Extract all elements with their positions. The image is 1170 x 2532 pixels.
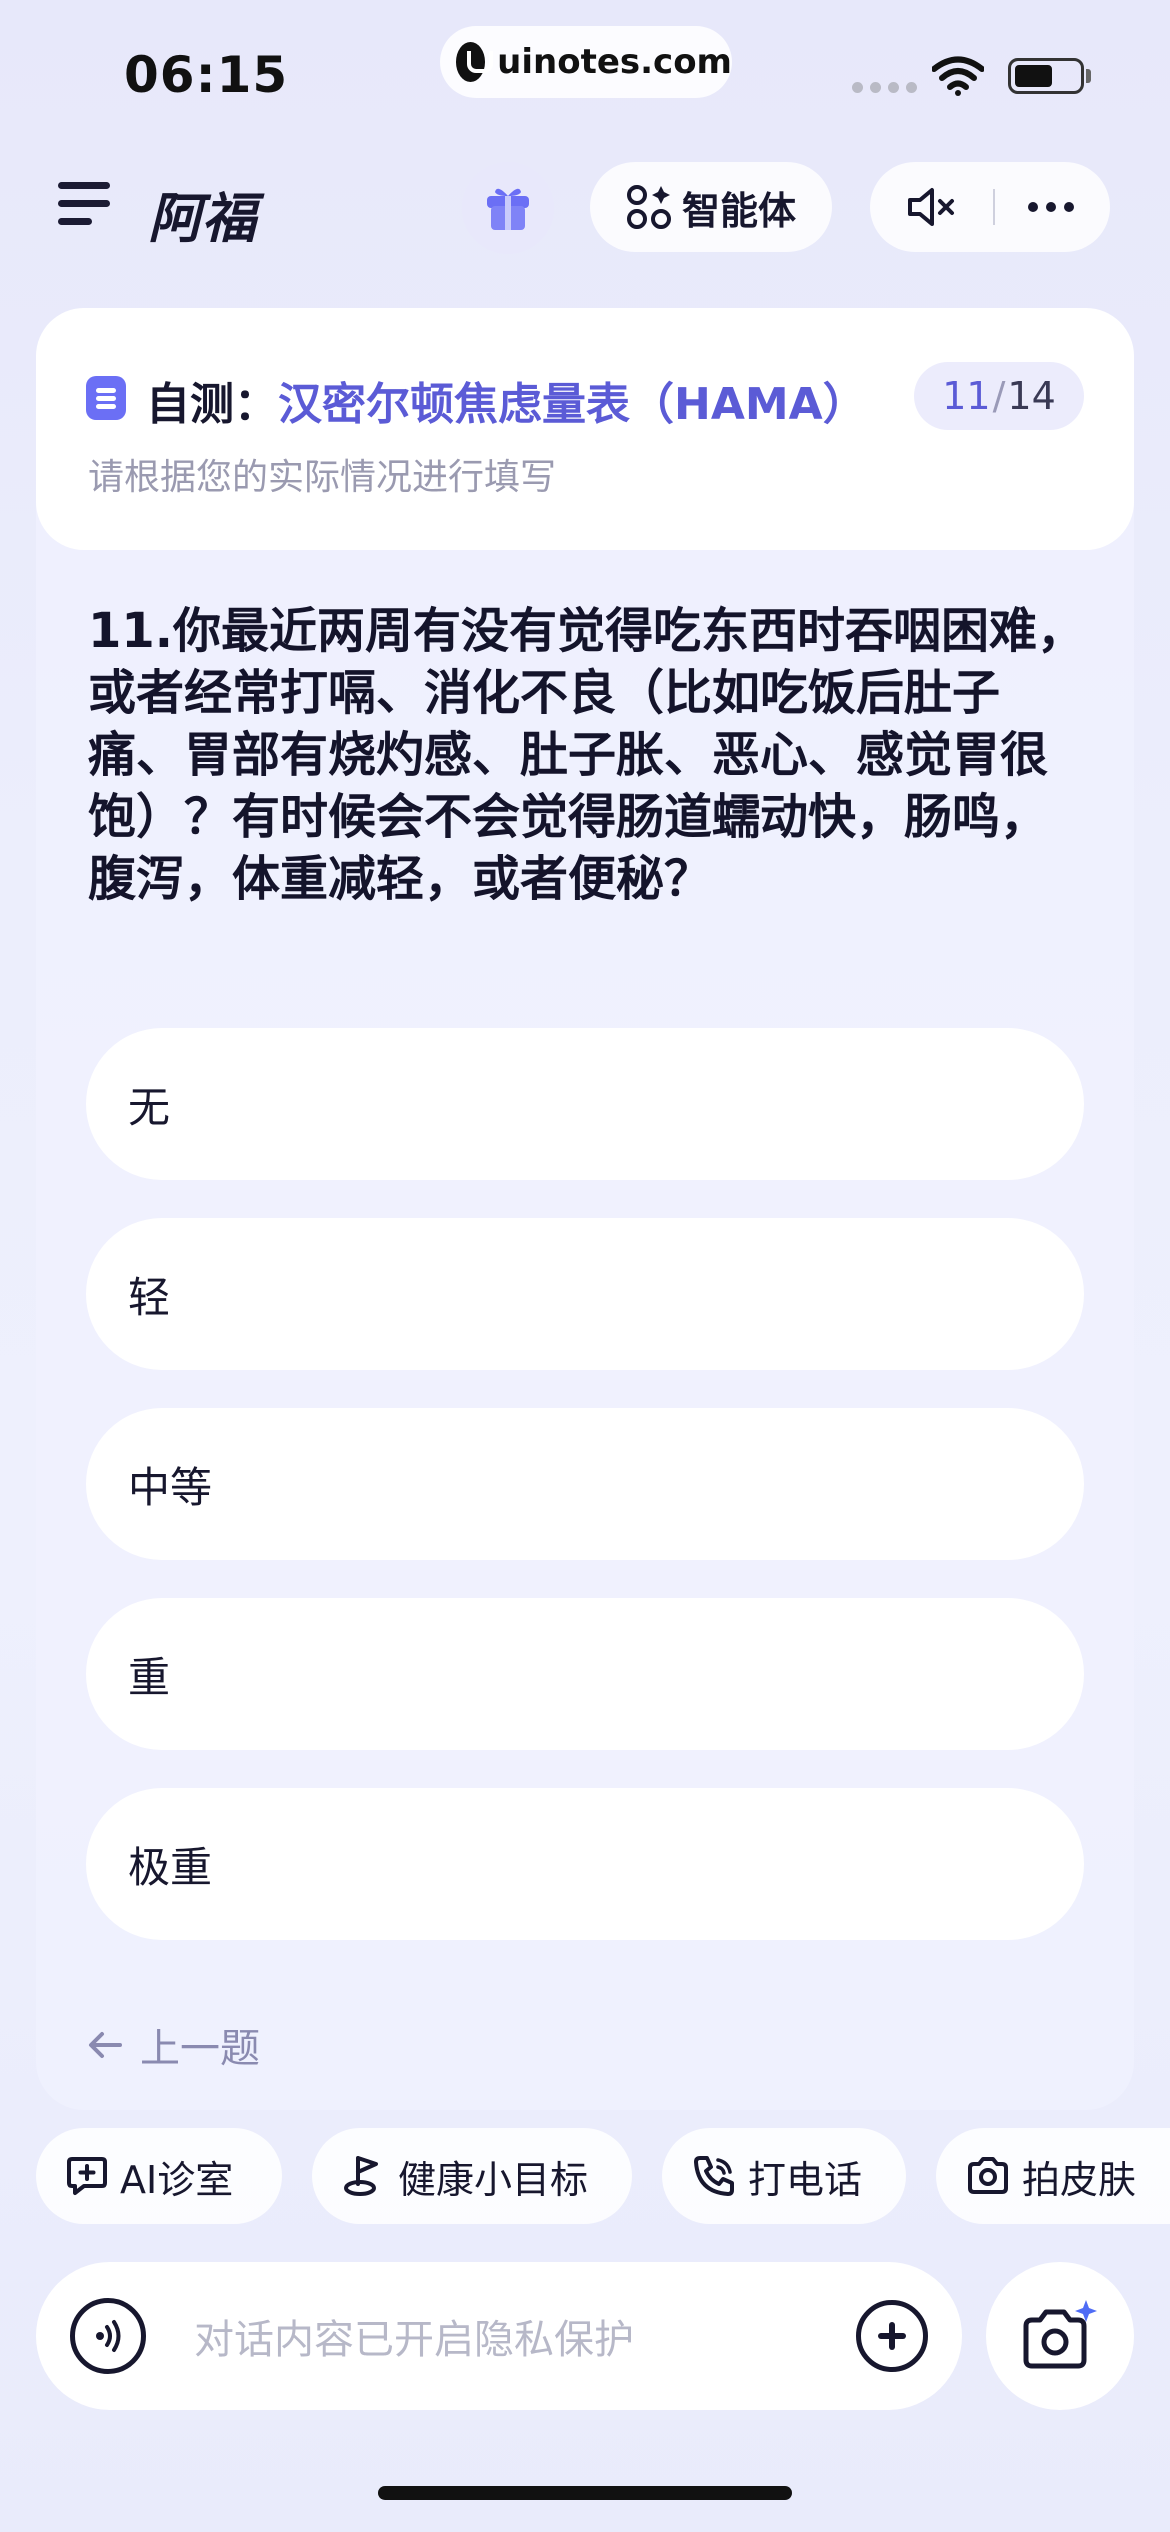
signal-icon	[852, 82, 917, 93]
voice-input-button[interactable]	[70, 2298, 146, 2374]
gift-button[interactable]	[462, 162, 554, 254]
menu-icon[interactable]	[58, 182, 110, 226]
arrow-left-icon	[89, 2032, 122, 2058]
battery-nub	[1086, 69, 1091, 83]
wifi-icon	[932, 56, 984, 96]
agent-grid-icon	[626, 185, 671, 229]
chip-label: 拍皮肤	[1022, 2157, 1137, 2202]
chip-health-goal[interactable]: 健康小目标	[312, 2128, 632, 2224]
gift-icon	[487, 188, 529, 230]
speaker-mute-icon[interactable]	[906, 185, 960, 229]
question-text: 11.你最近两周有没有觉得吃东西时吞咽困难，或者经常打嗝、消化不良（比如吃饭后肚…	[88, 603, 1086, 907]
survey-header-card: 自测：汉密尔顿焦虑量表（HAMA） 11/14 请根据您的实际情况进行填写	[36, 308, 1134, 550]
survey-title: 自测：汉密尔顿焦虑量表（HAMA）	[146, 368, 867, 432]
url-pill[interactable]: uinotes.com	[440, 26, 732, 98]
option-mild[interactable]: 轻	[86, 1218, 1084, 1370]
previous-question-label: 上一题	[140, 2026, 260, 2072]
progress-badge: 11/14	[914, 362, 1084, 430]
voice-wave-icon	[96, 2320, 121, 2352]
previous-question-button[interactable]: 上一题	[88, 2016, 260, 2074]
camera-icon	[968, 2157, 1008, 2194]
chip-label: 健康小目标	[398, 2157, 589, 2202]
phone-icon	[694, 2156, 734, 2196]
chat-input[interactable]: 对话内容已开启隐私保护	[194, 2307, 856, 2365]
chip-phone-call[interactable]: 打电话	[662, 2128, 906, 2224]
flag-icon	[344, 2156, 378, 2196]
camera-sparkle-icon	[1023, 2300, 1097, 2369]
status-time: 06:15	[124, 46, 289, 104]
actions-pill	[870, 162, 1110, 252]
survey-name: 汉密尔顿焦虑量表（HAMA）	[278, 379, 867, 430]
chat-input-bar: 对话内容已开启隐私保护	[36, 2262, 962, 2410]
more-icon[interactable]	[1027, 202, 1074, 212]
chip-label: AI诊室	[120, 2157, 234, 2202]
survey-prefix: 自测：	[146, 379, 278, 430]
chip-ai-clinic[interactable]: AI诊室	[36, 2128, 282, 2224]
chat-cross-icon	[67, 2157, 107, 2195]
survey-subtitle: 请根据您的实际情况进行填写	[88, 457, 557, 498]
progress-current: 11	[942, 374, 991, 418]
progress-total: 14	[1007, 374, 1056, 418]
option-moderate[interactable]: 中等	[86, 1408, 1084, 1560]
camera-button[interactable]	[986, 2262, 1134, 2410]
chip-label: 打电话	[748, 2157, 863, 2202]
option-very-severe[interactable]: 极重	[86, 1788, 1084, 1940]
document-icon	[86, 376, 126, 420]
agent-label: 智能体	[681, 188, 796, 233]
option-none[interactable]: 无	[86, 1028, 1084, 1180]
progress-separator: /	[992, 374, 1006, 418]
agent-button[interactable]: 智能体	[590, 162, 832, 252]
option-severe[interactable]: 重	[86, 1598, 1084, 1750]
site-logo-icon	[456, 42, 494, 82]
app-title: 阿福	[148, 187, 256, 250]
battery-icon	[1008, 58, 1084, 94]
chip-skin-photo[interactable]: 拍皮肤	[936, 2128, 1170, 2224]
url-text: uinotes.com	[497, 42, 732, 82]
add-icon[interactable]	[856, 2300, 928, 2372]
home-indicator	[378, 2486, 792, 2500]
pill-divider	[992, 189, 995, 225]
